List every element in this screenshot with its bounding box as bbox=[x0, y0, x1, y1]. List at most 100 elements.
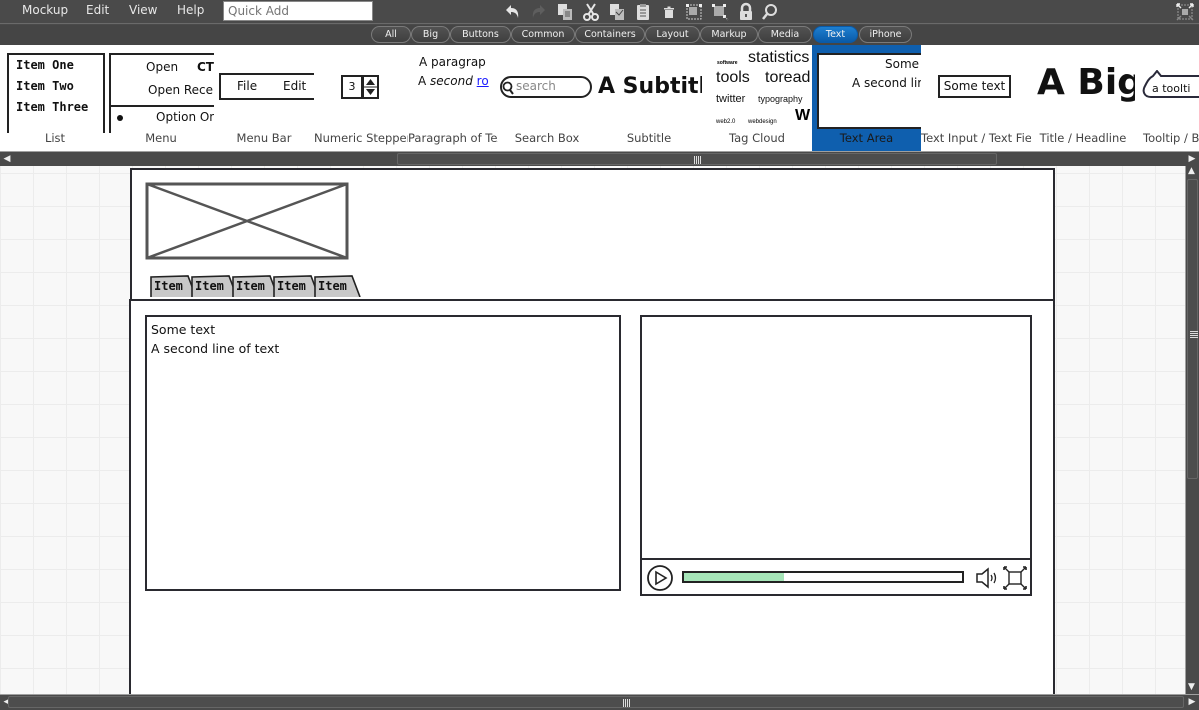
library-item-title[interactable]: A Big Title / Headline bbox=[1031, 45, 1135, 151]
delete-icon[interactable] bbox=[659, 2, 679, 22]
mockup-text-area[interactable]: Some text A second line of text bbox=[145, 315, 621, 591]
tag-web20: web2.0 bbox=[716, 119, 736, 125]
video-player[interactable] bbox=[640, 315, 1032, 596]
tab-label: Item bbox=[277, 279, 306, 293]
image-placeholder[interactable] bbox=[145, 182, 349, 260]
filter-buttons[interactable]: Buttons bbox=[450, 26, 511, 43]
library-scroll-thumb[interactable] bbox=[397, 153, 997, 165]
menu-view[interactable]: View bbox=[129, 3, 157, 17]
library-label: Menu Bar bbox=[236, 131, 292, 145]
library-item-tooltip[interactable]: a toolti Tooltip / Ba bbox=[1135, 45, 1199, 151]
quick-add-input[interactable] bbox=[223, 1, 373, 21]
tab-bar: Item Item Item Item Item bbox=[150, 275, 370, 301]
cut-icon[interactable] bbox=[581, 2, 601, 22]
copy-icon[interactable] bbox=[555, 2, 575, 22]
scroll-right-icon[interactable]: ▶ bbox=[1187, 153, 1197, 165]
canvas-horizontal-scroll-thumb[interactable] bbox=[8, 696, 1184, 708]
menubar-preview-file: File bbox=[237, 79, 258, 93]
textarea-line2: A second line of text bbox=[151, 341, 280, 356]
paragraph-preview-a: A bbox=[418, 74, 427, 88]
menubar-preview-edit: Edit bbox=[283, 79, 307, 93]
filter-iphone[interactable]: iPhone bbox=[859, 26, 912, 43]
tag-toread: toread bbox=[765, 69, 811, 86]
paragraph-preview-link: ro bbox=[476, 74, 489, 88]
scroll-left-icon[interactable]: ◀ bbox=[2, 153, 12, 165]
filter-markup[interactable]: Markup bbox=[700, 26, 758, 43]
filter-big[interactable]: Big bbox=[411, 26, 450, 43]
title-preview: A Big bbox=[1037, 62, 1135, 103]
menu-help[interactable]: Help bbox=[177, 3, 204, 17]
textinput-preview: Some text bbox=[938, 75, 1011, 98]
library-item-search-box[interactable]: search Search Box bbox=[498, 45, 596, 151]
library-item-text-area[interactable]: Some A second lir Text Area bbox=[812, 45, 921, 151]
ungroup-icon[interactable] bbox=[710, 2, 730, 22]
canvas-vertical-scroll-thumb[interactable] bbox=[1187, 179, 1198, 479]
scroll-down-icon[interactable]: ▼ bbox=[1188, 682, 1195, 692]
volume-icon[interactable] bbox=[974, 565, 1000, 591]
textarea-preview-line1: Some bbox=[885, 57, 920, 71]
fullscreen-video-icon[interactable] bbox=[1002, 565, 1028, 591]
group-icon[interactable] bbox=[684, 2, 704, 22]
tag-webdesign: webdesign bbox=[748, 119, 777, 125]
tag-typography: typography bbox=[758, 94, 803, 104]
scroll-right-icon[interactable]: ▶ bbox=[1187, 696, 1197, 708]
filter-media[interactable]: Media bbox=[758, 26, 812, 43]
search-icon bbox=[502, 81, 514, 95]
filter-text[interactable]: Text bbox=[813, 26, 858, 43]
video-progress-fill bbox=[684, 573, 785, 581]
filter-common[interactable]: Common bbox=[511, 26, 575, 43]
menu-preview-recent: Open Recen bbox=[148, 83, 214, 97]
stepper-preview-value: 3 bbox=[341, 75, 363, 99]
grip-icon bbox=[623, 699, 631, 707]
filter-containers[interactable]: Containers bbox=[575, 26, 645, 43]
tag-twitter: twitter bbox=[716, 93, 746, 105]
library-item-tag-cloud[interactable]: software statistics tools toread twitter… bbox=[702, 45, 812, 151]
tag-software: software bbox=[717, 60, 738, 66]
duplicate-icon[interactable] bbox=[607, 2, 627, 22]
library-label: Title / Headline bbox=[1039, 131, 1127, 145]
filter-layout[interactable]: Layout bbox=[645, 26, 700, 43]
library-item-menu[interactable]: Open CT Open Recen Option On Menu bbox=[108, 45, 214, 151]
filter-all[interactable]: All bbox=[371, 26, 411, 43]
header-container[interactable]: Item Item Item Item Item bbox=[130, 168, 1055, 301]
menu-edit[interactable]: Edit bbox=[86, 3, 109, 17]
mockup-canvas[interactable]: Item Item Item Item Item Some text A sec… bbox=[0, 166, 1185, 694]
textarea-line1: Some text bbox=[151, 322, 216, 337]
tab-item[interactable]: Item bbox=[314, 275, 362, 297]
video-progress-bar[interactable] bbox=[682, 571, 964, 583]
paste-icon[interactable] bbox=[633, 2, 653, 22]
library-item-text-input[interactable]: Some text Text Input / Text Field bbox=[921, 45, 1031, 151]
tag-statistics: statistics bbox=[748, 49, 810, 66]
library-label: Paragraph of Text bbox=[408, 131, 498, 145]
grip-icon bbox=[694, 156, 702, 164]
canvas-horizontal-scrollbar[interactable]: ◀ ▶ bbox=[0, 694, 1199, 710]
paragraph-preview-line1: A paragrap bbox=[419, 55, 486, 69]
play-icon[interactable] bbox=[646, 564, 674, 592]
undo-icon[interactable] bbox=[502, 2, 522, 22]
search-preview-placeholder: search bbox=[516, 79, 556, 93]
library-label: Text Input / Text Field bbox=[921, 131, 1031, 145]
library-item-menu-bar[interactable]: File Edit Menu Bar bbox=[214, 45, 314, 151]
menu-mockup[interactable]: Mockup bbox=[22, 3, 68, 17]
canvas-vertical-scrollbar[interactable]: ▲ ▼ bbox=[1185, 166, 1199, 694]
library-label: Search Box bbox=[514, 131, 580, 145]
library-label: Text Area bbox=[839, 131, 894, 145]
redo-icon[interactable] bbox=[529, 2, 549, 22]
search-icon[interactable] bbox=[760, 2, 780, 22]
scroll-up-icon[interactable]: ▲ bbox=[1188, 166, 1195, 176]
menu-preview-shortcut: CT bbox=[197, 60, 214, 74]
library-item-paragraph[interactable]: A paragrap A second ro Paragraph of Text bbox=[408, 45, 498, 151]
lock-icon[interactable] bbox=[736, 2, 756, 22]
library-item-subtitle[interactable]: A Subtitle Subtitle bbox=[596, 45, 702, 151]
video-controls bbox=[640, 558, 1032, 596]
balsamiq-app: Mockup Edit View Help Quick Add All Big … bbox=[0, 0, 1199, 710]
tab-label: Item bbox=[154, 279, 183, 293]
fullscreen-icon[interactable] bbox=[1175, 2, 1195, 22]
library-label: Tooltip / Ba bbox=[1143, 131, 1199, 145]
library-item-numeric-stepper[interactable]: 3 Numeric Stepper bbox=[314, 45, 408, 151]
menubar: Mockup Edit View Help bbox=[0, 0, 1199, 24]
radio-bullet-icon bbox=[117, 115, 123, 121]
library-item-list[interactable]: Item One Item Two Item Three List bbox=[0, 45, 110, 151]
tooltip-preview: a toolti bbox=[1152, 82, 1191, 95]
library-scrollbar[interactable]: ◀ ▶ bbox=[0, 151, 1199, 165]
